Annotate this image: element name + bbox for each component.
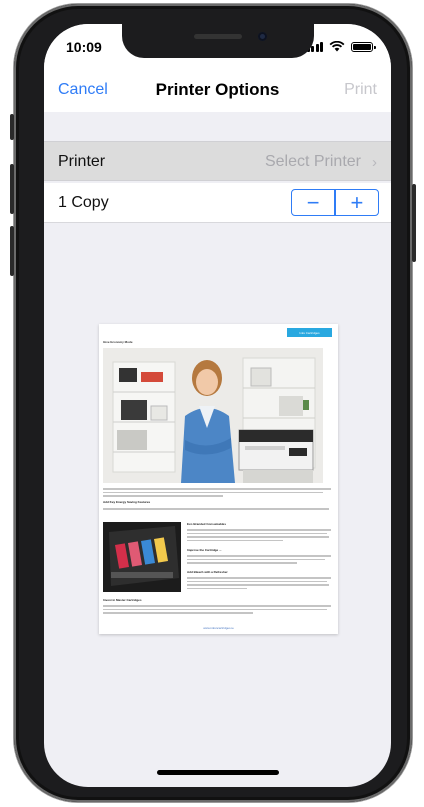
status-time: 10:09	[66, 39, 102, 55]
preview-hero-photo	[103, 348, 323, 483]
preview-heading: Eco Branded Consumables	[187, 522, 227, 526]
volume-up-button	[10, 164, 14, 214]
silent-switch	[10, 114, 14, 140]
wifi-icon	[329, 41, 345, 52]
status-icons	[306, 41, 376, 52]
preview-text-block	[103, 605, 331, 616]
increment-copies-button[interactable]: +	[336, 190, 378, 215]
preview-heading: Improve the Cartridge ...	[187, 548, 222, 552]
print-preview-page[interactable]: Inks Cartridges Give Economy Mode Add Ke…	[99, 324, 338, 634]
page-title: Printer Options	[155, 80, 280, 99]
side-button	[412, 184, 416, 262]
preview-heading: Invest in Master Cartridges	[103, 598, 142, 602]
front-camera	[258, 32, 267, 41]
printer-label: Printer	[58, 153, 106, 170]
earpiece-speaker	[194, 34, 242, 39]
copies-stepper: − +	[291, 189, 379, 216]
preview-text-block	[187, 577, 331, 591]
printer-select-row[interactable]: Printer Select Printer ›	[44, 141, 391, 181]
printer-value: Select Printer	[264, 153, 361, 170]
notch	[122, 24, 314, 58]
preview-heading: Add Bleach with a Refresher	[187, 570, 228, 574]
preview-logo: Inks Cartridges	[287, 328, 332, 337]
print-button[interactable]: Print	[344, 81, 377, 99]
preview-text-block	[103, 508, 331, 512]
decrement-copies-button[interactable]: −	[292, 190, 334, 215]
battery-icon	[351, 42, 376, 52]
preview-text-block	[187, 529, 331, 543]
home-indicator[interactable]	[157, 770, 279, 775]
preview-text-block	[187, 555, 331, 566]
device-screen: 10:09 Cancel Printer Options Print Print…	[44, 24, 391, 787]
preview-doc-title: Give Economy Mode	[103, 340, 133, 344]
preview-heading: Add Key Energy Saving Features	[103, 500, 151, 504]
battery-level	[353, 44, 371, 50]
volume-down-button	[10, 226, 14, 276]
copies-row: 1 Copy − +	[44, 183, 391, 223]
nav-bar: Cancel Printer Options Print	[44, 68, 391, 112]
preview-text-block	[103, 488, 331, 499]
preview-cartridge-photo	[103, 522, 181, 592]
copies-label: 1 Copy	[58, 194, 109, 211]
chevron-right-icon: ›	[372, 154, 377, 171]
preview-footer-link: www.inksncartridges.ie	[203, 626, 234, 630]
